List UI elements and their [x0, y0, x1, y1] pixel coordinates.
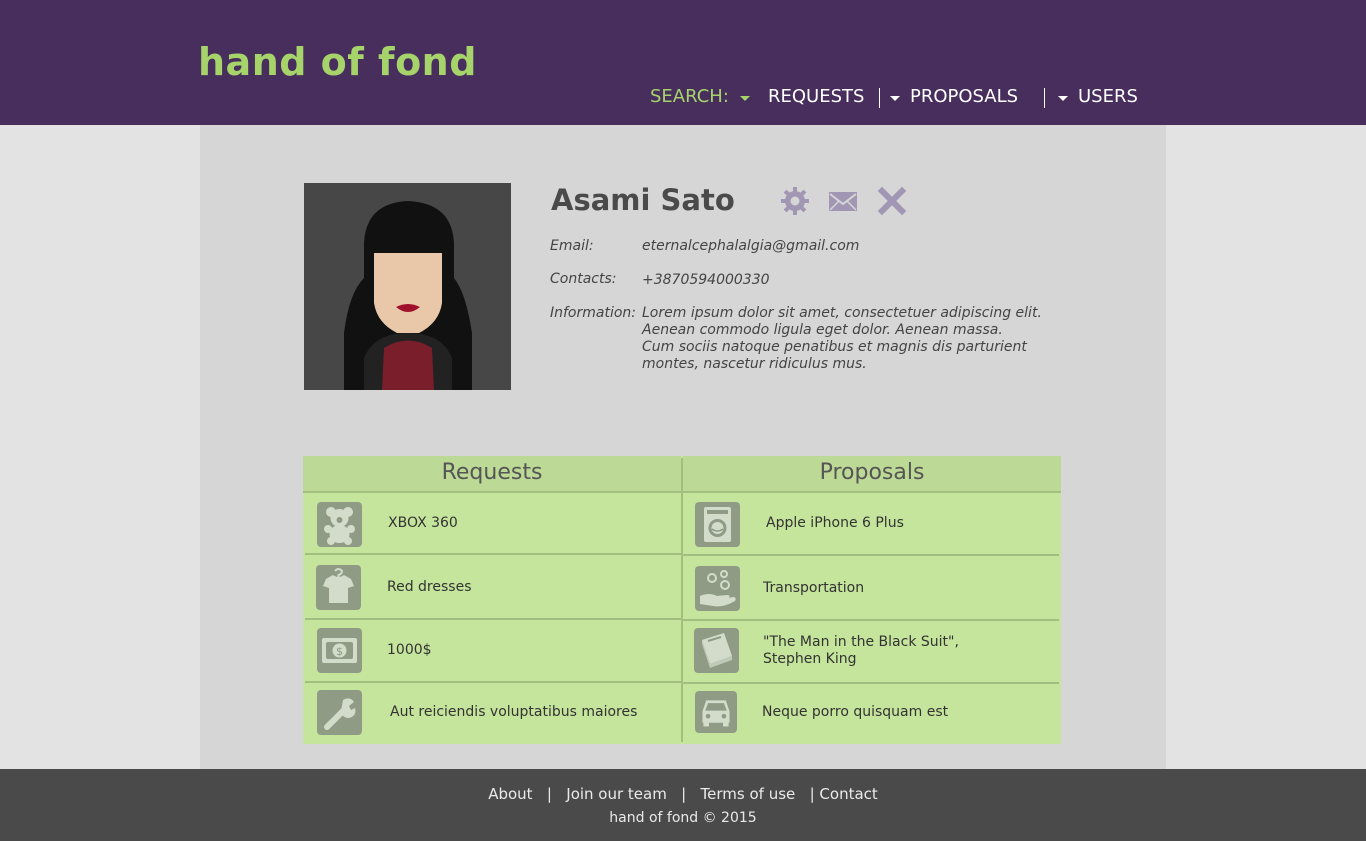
- proposal-item-text: Neque porro quisquam est: [762, 704, 949, 720]
- email-label: Email:: [550, 238, 594, 254]
- teddy-bear-icon: [317, 502, 362, 547]
- site-header: hand of fond SEARCH: REQUESTS PROPOSALS …: [0, 0, 1366, 125]
- envelope-icon[interactable]: [828, 186, 858, 216]
- site-footer: About | Join our team | Terms of use | C…: [0, 769, 1366, 841]
- footer-link-terms[interactable]: Terms of use: [701, 785, 796, 803]
- information-line: Aenean commodo ligula eget dolor. Aenean…: [642, 322, 1003, 338]
- washing-machine-icon: [695, 502, 740, 547]
- site-logo[interactable]: hand of fond: [198, 40, 477, 84]
- chevron-down-icon[interactable]: [740, 96, 750, 101]
- footer-separator: |: [671, 785, 696, 803]
- nav-item-requests[interactable]: REQUESTS: [768, 86, 864, 108]
- information-label: Information:: [550, 305, 637, 321]
- proposal-item-line: "The Man in the Black Suit",: [763, 634, 959, 650]
- requests-proposals-table: Requests Proposals XBOX 360 Red dresses …: [303, 456, 1061, 744]
- chevron-down-icon[interactable]: [1058, 96, 1068, 101]
- proposal-item-text: "The Man in the Black Suit", Stephen Kin…: [763, 634, 959, 668]
- footer-separator: |: [537, 785, 562, 803]
- row-divider: [305, 618, 681, 620]
- footer-copyright: hand of fond © 2015: [609, 810, 757, 826]
- footer-links: About | Join our team | Terms of use | C…: [0, 785, 1366, 803]
- email-value: eternalcephalalgia@gmail.com: [642, 238, 860, 254]
- money-icon: $: [317, 628, 362, 673]
- information-line: Lorem ipsum dolor sit amet, consectetuer…: [642, 305, 1042, 321]
- proposal-item-text: Transportation: [763, 580, 865, 596]
- avatar-illustration: [304, 183, 511, 390]
- request-item-text: 1000$: [387, 642, 432, 658]
- nav-search-label: SEARCH:: [650, 86, 729, 107]
- wrench-icon: [317, 690, 362, 735]
- contacts-label: Contacts:: [550, 271, 617, 287]
- information-value: Lorem ipsum dolor sit amet, consectetuer…: [642, 305, 1042, 373]
- footer-link-join[interactable]: Join our team: [566, 785, 667, 803]
- footer-link-contact[interactable]: Contact: [819, 785, 877, 803]
- request-item-text: XBOX 360: [388, 515, 458, 531]
- tshirt-icon: [316, 565, 361, 610]
- footer-link-about[interactable]: About: [488, 785, 532, 803]
- request-item-text: Red dresses: [387, 579, 472, 595]
- nav-divider: [879, 88, 880, 108]
- book-icon: [694, 628, 739, 673]
- hand-bubbles-icon: [695, 566, 740, 611]
- gear-icon[interactable]: [780, 186, 810, 216]
- nav-item-proposals[interactable]: PROPOSALS: [910, 86, 1018, 108]
- proposals-header: Proposals: [683, 456, 1061, 493]
- requests-header: Requests: [303, 456, 681, 493]
- profile-name: Asami Sato: [551, 183, 735, 217]
- nav-item-users[interactable]: USERS: [1078, 86, 1138, 108]
- chevron-down-icon[interactable]: [890, 96, 900, 101]
- row-divider: [683, 682, 1059, 684]
- close-icon[interactable]: [877, 186, 907, 216]
- contacts-value: +3870594000330: [642, 272, 770, 288]
- svg-text:$: $: [336, 645, 343, 658]
- row-divider: [683, 554, 1059, 556]
- car-icon: [695, 691, 737, 733]
- row-divider: [683, 619, 1059, 621]
- main-content: Asami Sato Email: eternalcephalalgia@gma…: [200, 125, 1166, 769]
- row-divider: [305, 681, 681, 683]
- row-divider: [305, 553, 681, 555]
- request-item-text: Aut reiciendis voluptatibus maiores: [390, 704, 638, 720]
- information-line: montes, nascetur ridiculus mus.: [642, 356, 867, 372]
- information-line: Cum sociis natoque penatibus et magnis d…: [642, 339, 1027, 355]
- column-divider: [681, 458, 683, 742]
- nav-divider: [1044, 88, 1045, 108]
- proposal-item-text: Apple iPhone 6 Plus: [766, 515, 904, 531]
- footer-separator: |: [800, 785, 815, 803]
- avatar: [304, 183, 511, 390]
- proposal-item-line: Stephen King: [763, 651, 857, 667]
